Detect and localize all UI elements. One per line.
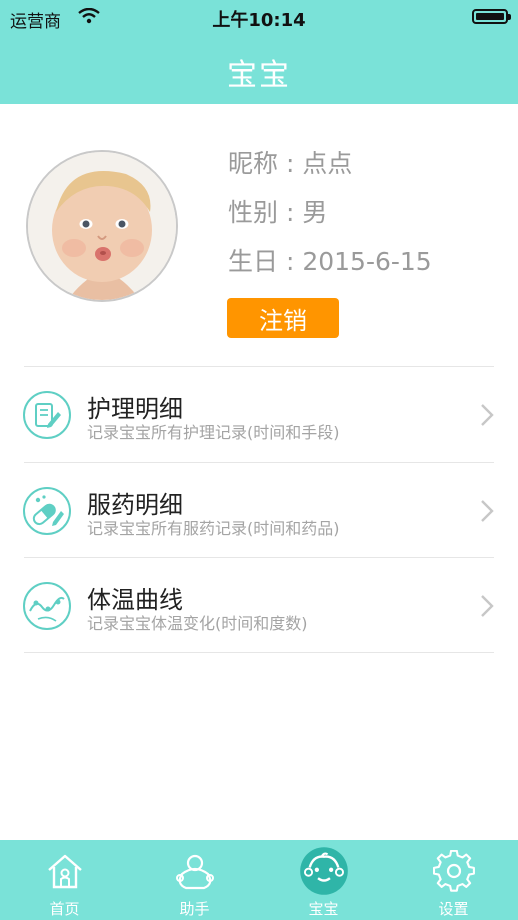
menu-item-subtitle: 记录宝宝所有护理记录(时间和手段) xyxy=(87,423,340,442)
logout-button[interactable]: 注销 xyxy=(227,298,339,338)
nav-bar: 宝宝 xyxy=(0,34,518,104)
assistant-icon xyxy=(176,854,214,890)
home-icon xyxy=(48,854,82,889)
gender-text: 性别 : 男 xyxy=(228,198,328,227)
tab-baby[interactable]: 宝宝 xyxy=(259,840,388,920)
tab-label: 首页 xyxy=(49,900,80,918)
nursing-notebook-icon xyxy=(23,391,71,439)
tab-settings[interactable]: 设置 xyxy=(389,840,518,920)
birthday-text: 生日 : 2015-6-15 xyxy=(228,247,432,276)
status-bar: 运营商 上午10:14 xyxy=(0,0,518,34)
menu-item-medicine[interactable]: 服药明细 记录宝宝所有服药记录(时间和药品) xyxy=(0,463,518,558)
chevron-right-icon xyxy=(481,595,494,617)
baby-avatar[interactable] xyxy=(26,150,178,302)
baby-face-icon xyxy=(300,847,348,895)
divider xyxy=(24,652,494,653)
temperature-curve-icon xyxy=(23,582,71,630)
menu-item-subtitle: 记录宝宝所有服药记录(时间和药品) xyxy=(87,519,340,538)
baby-photo xyxy=(28,152,176,300)
chevron-right-icon xyxy=(481,500,494,522)
profile-section: 昵称 : 点点 性别 : 男 生日 : 2015-6-15 注销 xyxy=(0,104,518,366)
chevron-right-icon xyxy=(481,404,494,426)
tab-bar: 首页 助手 宝宝 设置 xyxy=(0,840,518,920)
nickname-text: 昵称 : 点点 xyxy=(228,149,353,178)
tab-label: 助手 xyxy=(179,900,210,918)
page-title: 宝宝 xyxy=(227,58,291,93)
tab-assistant[interactable]: 助手 xyxy=(130,840,259,920)
menu-item-nursing[interactable]: 护理明细 记录宝宝所有护理记录(时间和手段) xyxy=(0,367,518,462)
tab-label: 设置 xyxy=(438,900,469,918)
menu-item-subtitle: 记录宝宝体温变化(时间和度数) xyxy=(87,614,308,633)
status-time: 上午10:14 xyxy=(212,10,306,31)
tab-home[interactable]: 首页 xyxy=(0,840,129,920)
settings-gear-icon xyxy=(433,850,475,892)
menu-item-temperature[interactable]: 体温曲线 记录宝宝体温变化(时间和度数) xyxy=(0,558,518,653)
tab-label: 宝宝 xyxy=(308,900,339,918)
battery-icon xyxy=(472,9,511,24)
medicine-capsule-icon xyxy=(23,487,71,535)
